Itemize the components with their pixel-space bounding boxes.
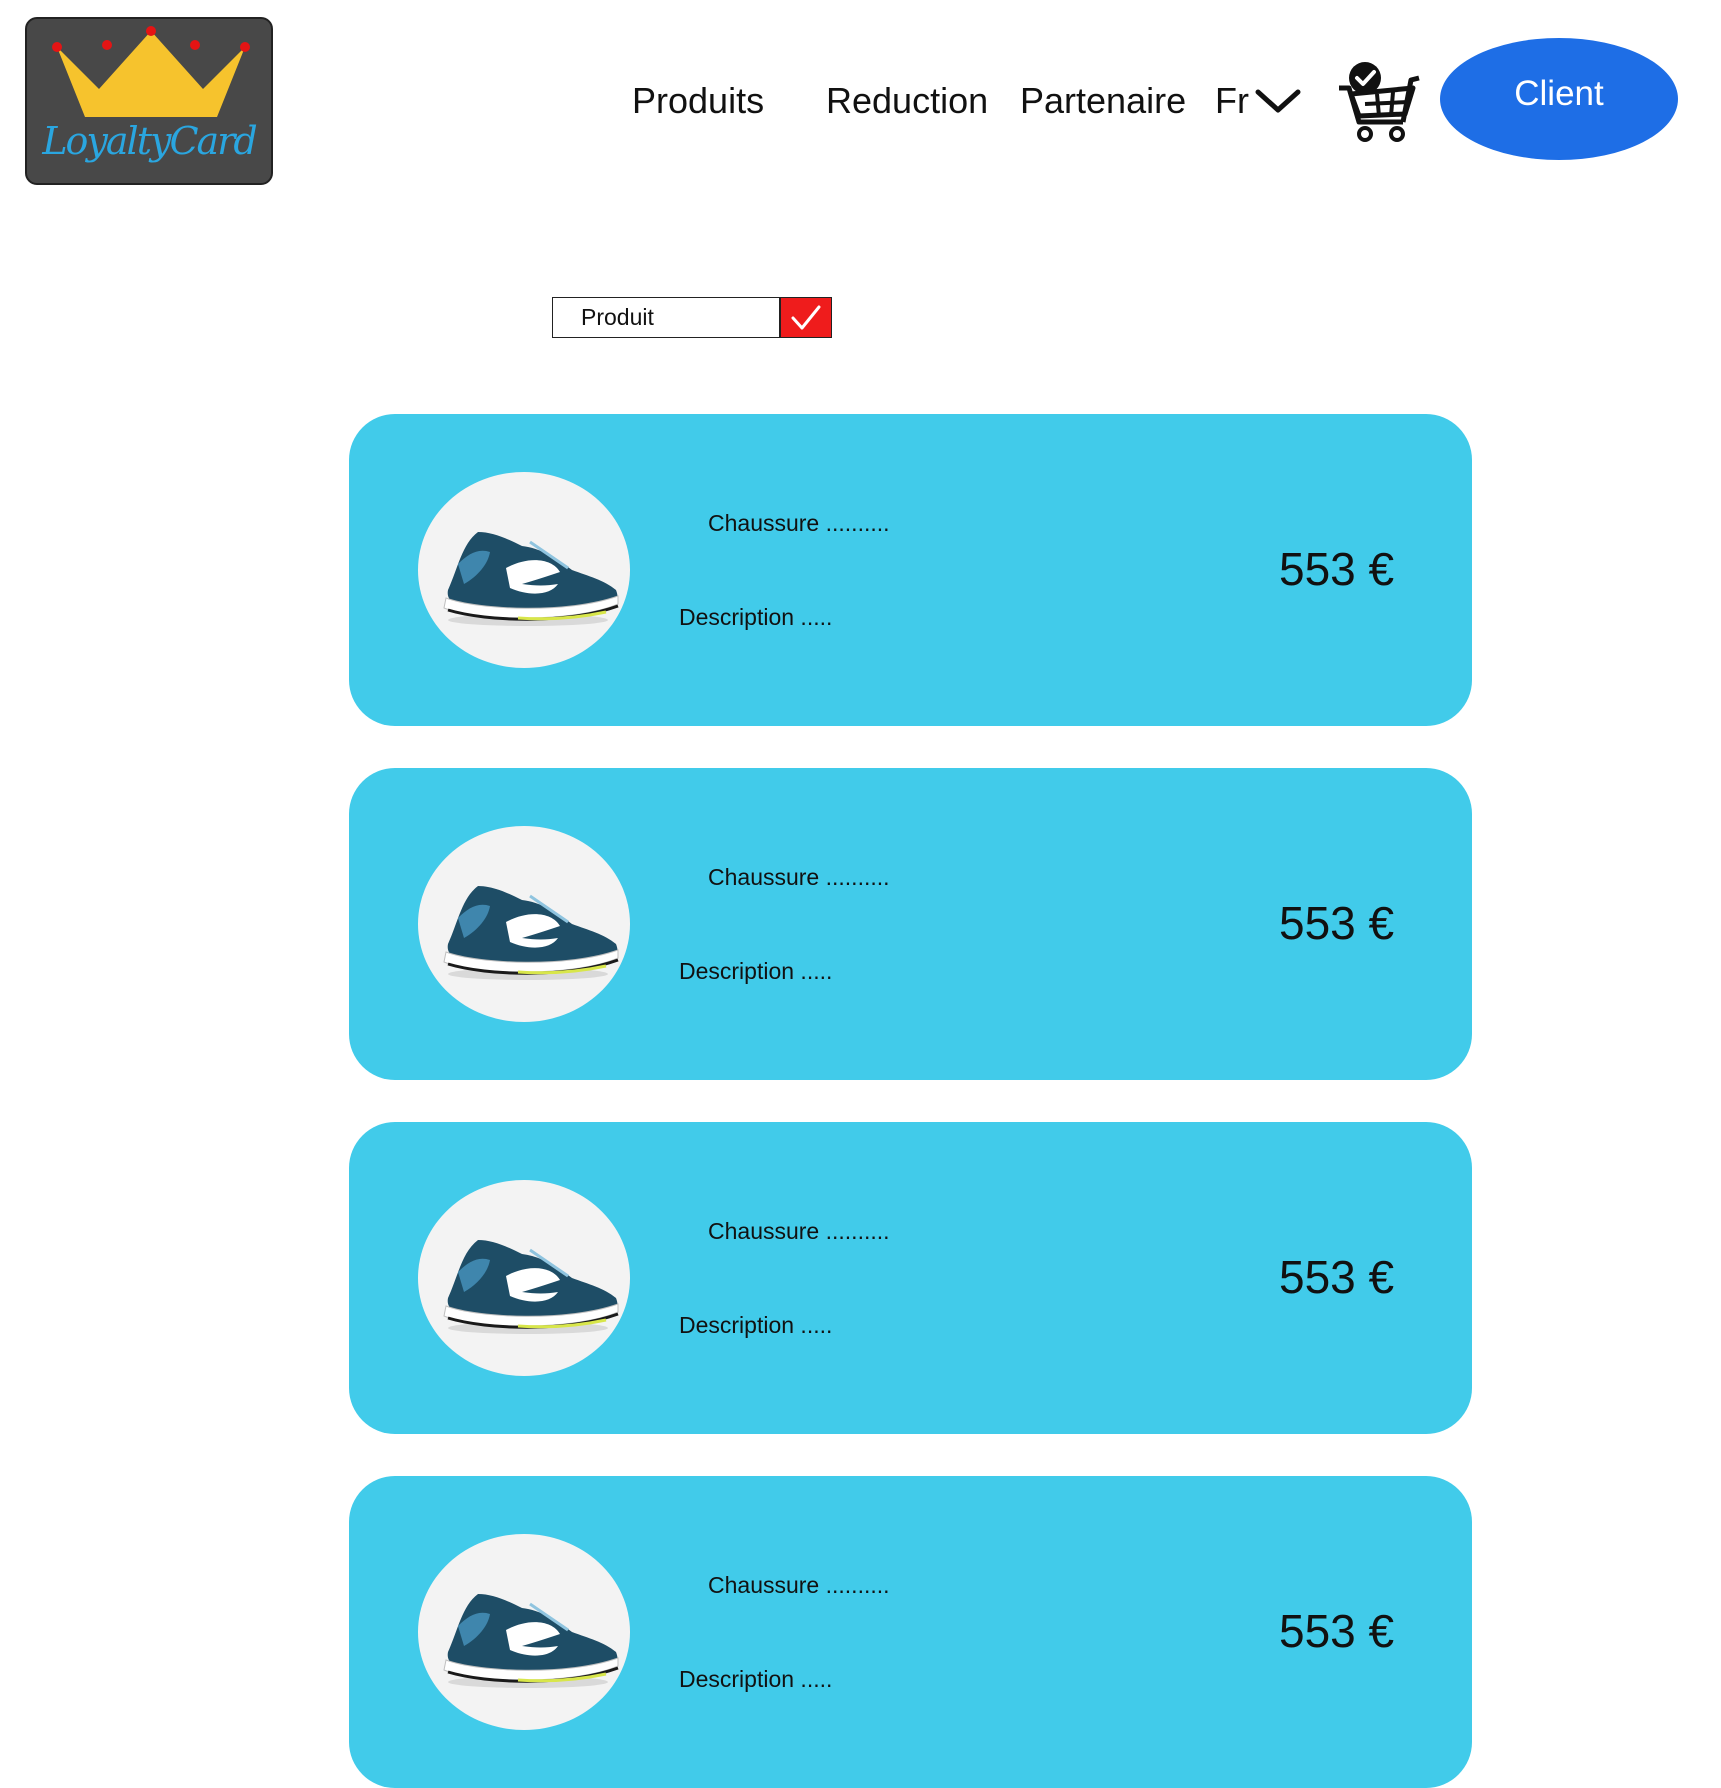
product-price: 553 € — [1279, 1605, 1395, 1657]
nav-produits[interactable]: Produits — [632, 80, 764, 122]
product-price: 553 € — [1279, 543, 1395, 595]
product-image — [418, 826, 630, 1022]
language-label: Fr — [1215, 80, 1249, 121]
product-image — [418, 472, 630, 668]
product-description: Description ..... — [679, 1312, 833, 1338]
nav-reduction[interactable]: Reduction — [826, 80, 988, 122]
filter-confirm-button[interactable] — [780, 297, 832, 338]
product-description: Description ..... — [679, 604, 833, 630]
cart-icon[interactable] — [1335, 60, 1420, 145]
check-icon — [791, 305, 821, 329]
shoe-image — [443, 1240, 619, 1334]
product-name: Chaussure .......... — [708, 1218, 890, 1244]
product-image — [418, 1534, 630, 1730]
client-button[interactable]: Client — [1440, 38, 1678, 160]
product-description: Description ..... — [679, 958, 833, 984]
product-name: Chaussure .......... — [708, 510, 890, 536]
product-price: 553 € — [1279, 1251, 1395, 1303]
product-card[interactable]: Chaussure .......... Description ..... 5… — [349, 1122, 1472, 1434]
logo-text: LoyaltyCard — [42, 119, 257, 163]
product-card[interactable]: Chaussure .......... Description ..... 5… — [349, 414, 1472, 726]
product-price: 553 € — [1279, 897, 1395, 949]
chevron-down-icon — [1255, 89, 1301, 113]
nav-partenaire[interactable]: Partenaire — [1020, 80, 1186, 122]
product-image — [418, 1180, 630, 1376]
product-card[interactable]: Chaussure .......... Description ..... 5… — [349, 1476, 1472, 1788]
product-filter — [552, 297, 832, 338]
product-name: Chaussure .......... — [708, 1572, 890, 1598]
product-card[interactable]: Chaussure .......... Description ..... 5… — [349, 768, 1472, 1080]
shoe-image — [443, 1594, 619, 1688]
shoe-image — [443, 532, 619, 626]
product-description: Description ..... — [679, 1666, 833, 1692]
logo[interactable]: LoyaltyCard — [25, 17, 273, 185]
product-filter-input[interactable] — [552, 297, 780, 338]
product-name: Chaussure .......... — [708, 864, 890, 890]
language-selector[interactable]: Fr — [1215, 80, 1301, 122]
shoe-image — [443, 886, 619, 980]
